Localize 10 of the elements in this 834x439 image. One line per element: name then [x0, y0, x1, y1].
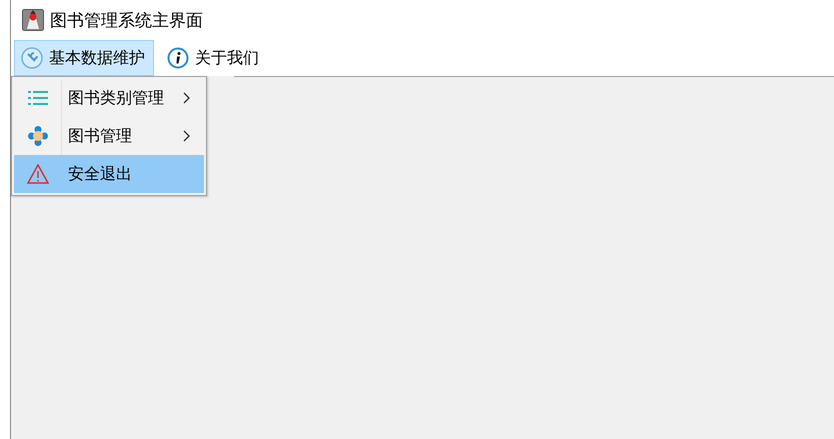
menu-item[interactable]: 基本数据维护	[14, 40, 154, 76]
warning-icon	[26, 164, 48, 184]
app-icon	[22, 9, 44, 31]
flower-icon	[28, 126, 48, 146]
menu-item[interactable]: 安全退出	[14, 155, 204, 193]
info-icon	[167, 47, 189, 69]
menu-item[interactable]: 图书类别管理	[14, 79, 204, 117]
menu-item[interactable]: 关于我们	[160, 40, 268, 76]
window-title: 图书管理系统主界面	[50, 10, 203, 32]
list-icon	[28, 90, 48, 106]
